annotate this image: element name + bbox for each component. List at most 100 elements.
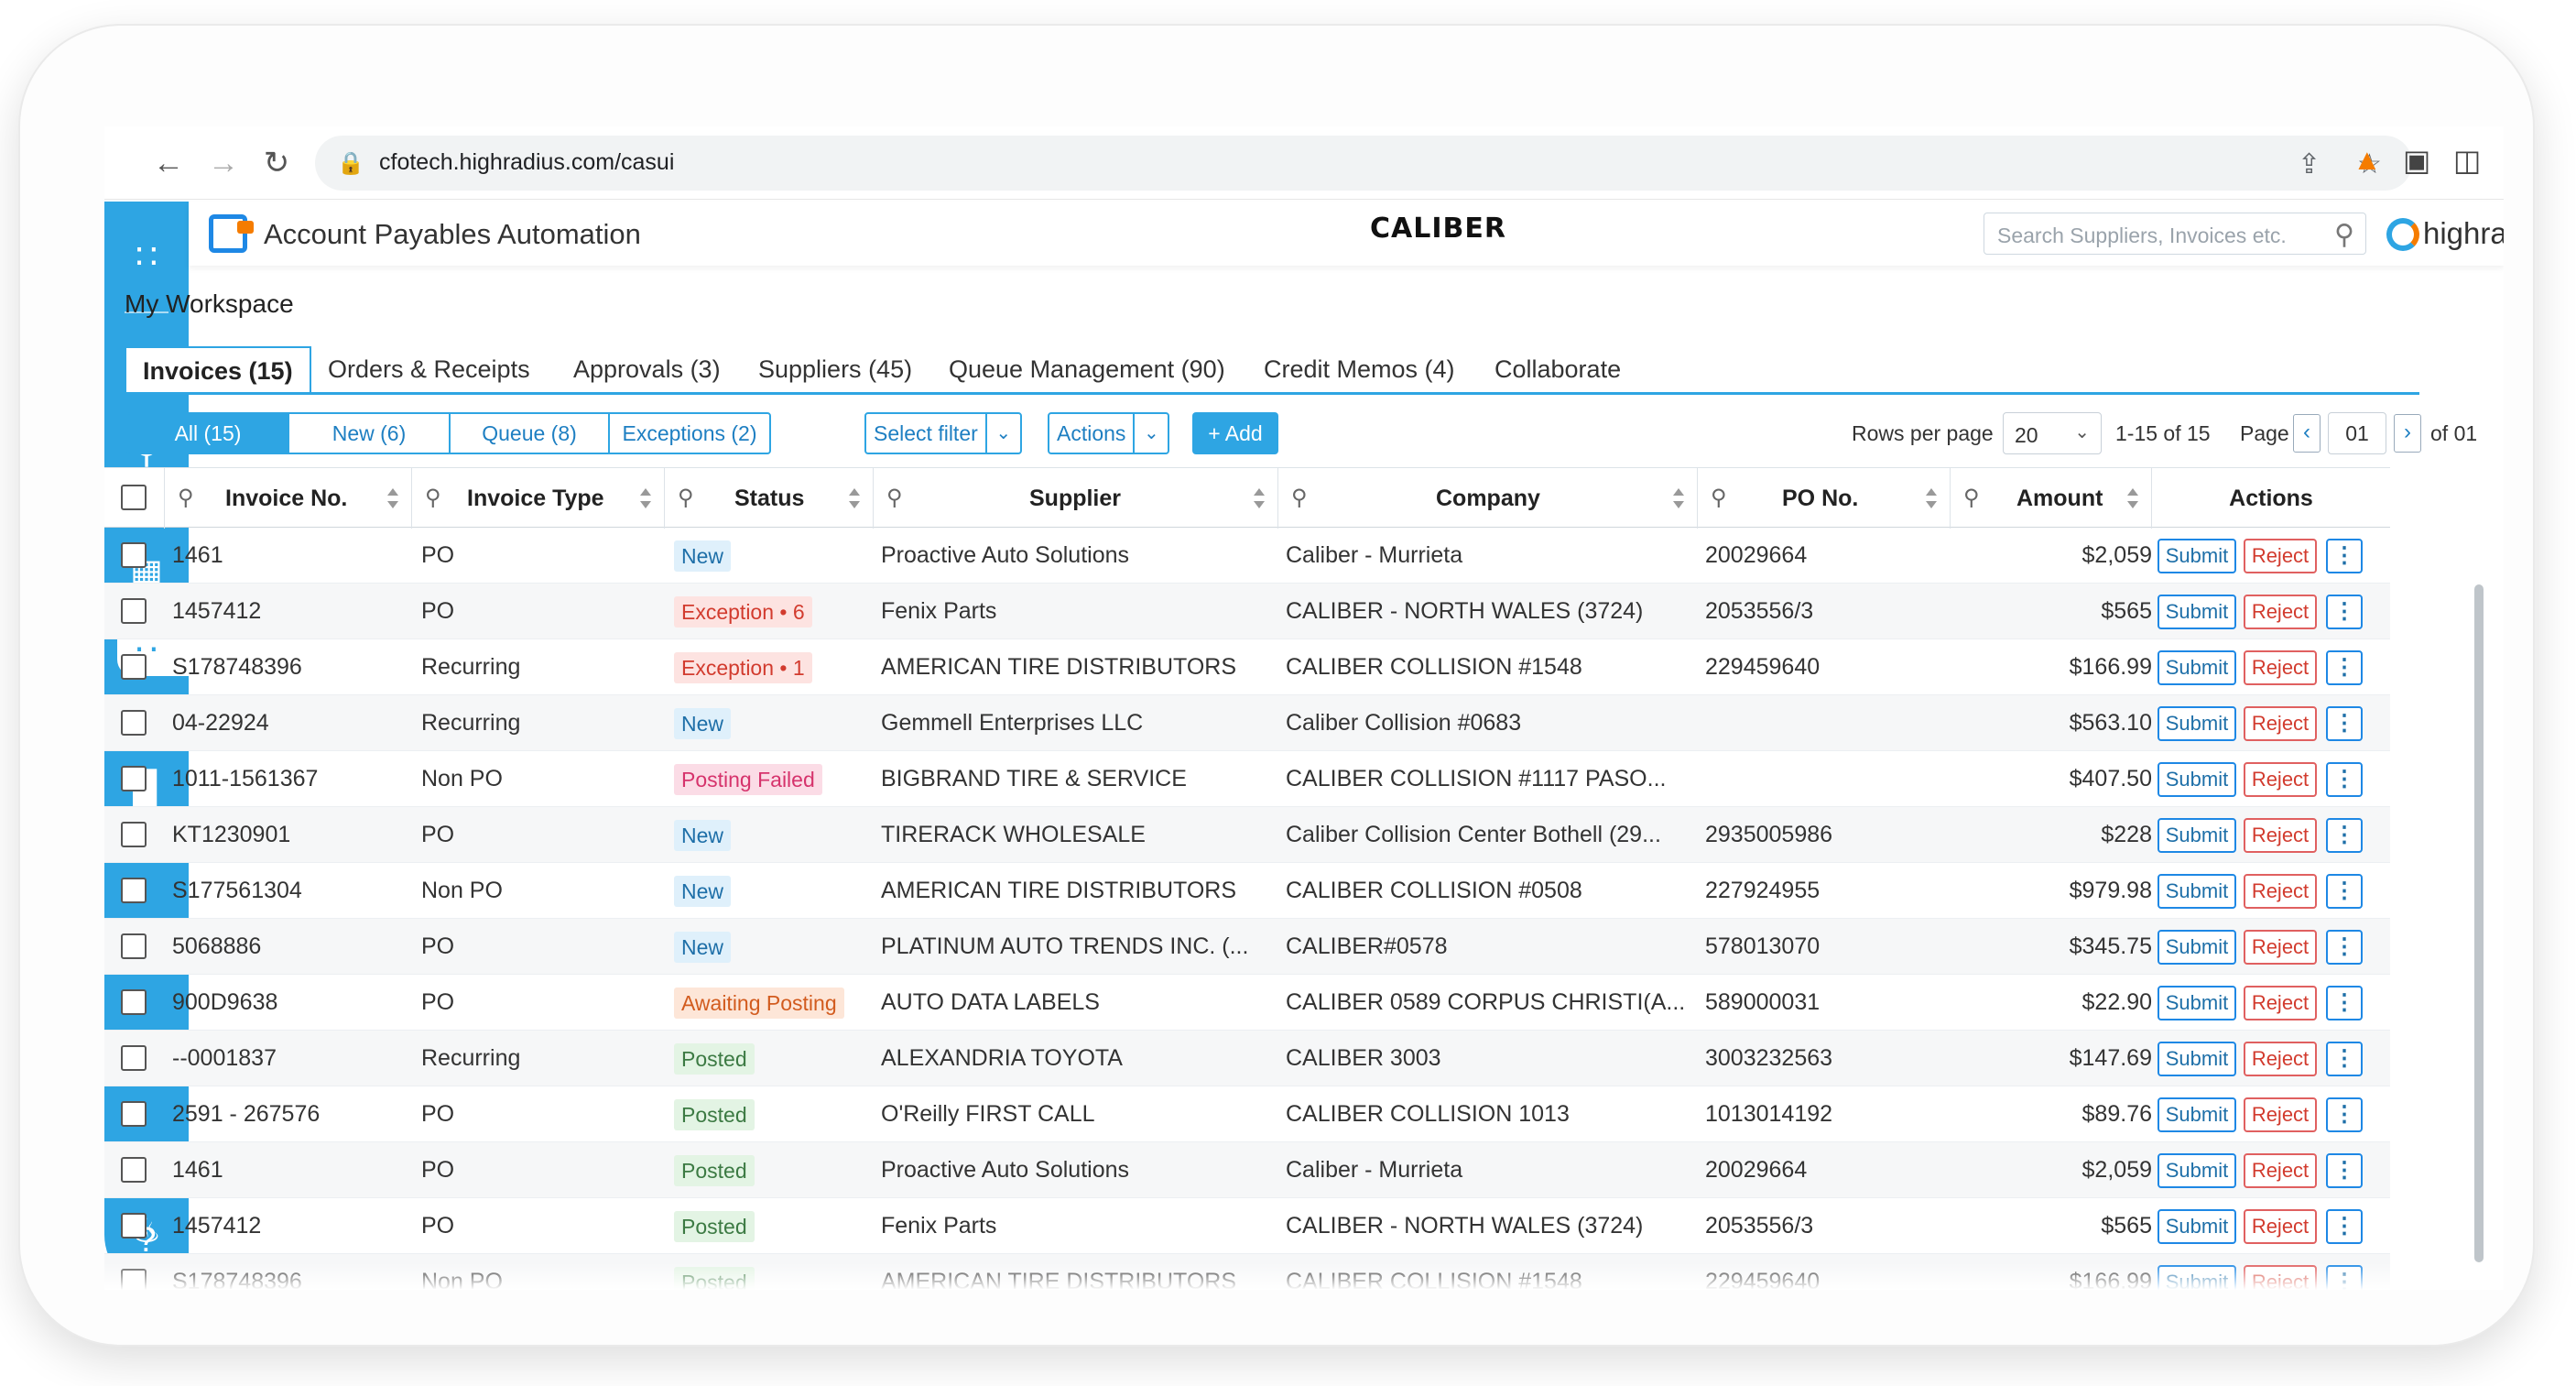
reject-button[interactable]: Reject	[2244, 874, 2317, 909]
more-options-icon[interactable]: ⋮	[2326, 818, 2363, 853]
reject-button[interactable]: Reject	[2244, 1097, 2317, 1132]
forward-icon[interactable]: →	[205, 145, 242, 181]
actions-dropdown[interactable]: Actions ⌄	[1048, 412, 1170, 454]
row-checkbox[interactable]	[121, 1101, 147, 1127]
prev-page-button[interactable]: ‹	[2293, 414, 2321, 453]
col-company[interactable]: ⚲ Company	[1278, 468, 1698, 529]
table-row[interactable]: S178748396 Recurring AMERICAN TIRE DISTRIB…	[104, 639, 2390, 695]
next-page-button[interactable]: ›	[2394, 414, 2421, 453]
search-icon[interactable]: ⚲	[2334, 219, 2354, 251]
table-row[interactable]: 2591 - 267576 PO O'Reilly FIRST CALL CALIBE…	[104, 1086, 2390, 1142]
reject-button[interactable]: Reject	[2244, 762, 2317, 797]
row-checkbox[interactable]	[121, 598, 147, 624]
row-checkbox[interactable]	[121, 878, 147, 903]
more-options-icon[interactable]: ⋮	[2326, 595, 2363, 629]
table-row[interactable]: 5068886 PO PLATINUM AUTO TRENDS INC. (... C…	[104, 919, 2390, 975]
reject-button[interactable]: Reject	[2244, 706, 2317, 741]
search-icon[interactable]: ⚲	[178, 468, 194, 529]
tab-approvals[interactable]: Approvals (3)	[573, 346, 721, 394]
more-options-icon[interactable]: ⋮	[2326, 1153, 2363, 1188]
submit-button[interactable]: Submit	[2158, 986, 2236, 1020]
more-options-icon[interactable]: ⋮	[2326, 930, 2363, 965]
share-icon[interactable]: ⇪	[2298, 148, 2321, 180]
tab-queue-management[interactable]: Queue Management (90)	[949, 346, 1225, 394]
reject-button[interactable]: Reject	[2244, 595, 2317, 629]
row-checkbox[interactable]	[121, 1157, 147, 1183]
search-icon[interactable]: ⚲	[886, 468, 903, 529]
reload-icon[interactable]: ↻	[258, 145, 295, 181]
submit-button[interactable]: Submit	[2158, 650, 2236, 685]
submit-button[interactable]: Submit	[2158, 874, 2236, 909]
row-checkbox[interactable]	[121, 766, 147, 791]
segment-new[interactable]: New (6)	[288, 414, 449, 453]
rows-per-page-select[interactable]: 20 ⌄	[2003, 412, 2102, 454]
fire-extension-icon[interactable]: ▲	[2353, 143, 2382, 177]
page-number-input[interactable]: 01	[2328, 412, 2386, 454]
submit-button[interactable]: Submit	[2158, 1209, 2236, 1244]
tab-credit-memos[interactable]: Credit Memos (4)	[1264, 346, 1455, 394]
reject-button[interactable]: Reject	[2244, 539, 2317, 573]
table-row[interactable]: 1457412 PO Fenix Parts CALIBER - NORTH WALE…	[104, 584, 2390, 639]
extensions-puzzle-icon[interactable]: ▣	[2403, 143, 2430, 178]
table-scrollbar[interactable]	[2474, 584, 2484, 1262]
sort-icon[interactable]	[387, 488, 398, 508]
sort-icon[interactable]	[1673, 488, 1684, 508]
more-options-icon[interactable]: ⋮	[2326, 1097, 2363, 1132]
address-bar[interactable]: 🔒 cfotech.highradius.com/casui ⇪ ☆	[315, 136, 2412, 191]
row-checkbox[interactable]	[121, 1213, 147, 1239]
search-icon[interactable]: ⚲	[1291, 468, 1308, 529]
table-row[interactable]: KT1230901 PO TIRERACK WHOLESALE Caliber Col…	[104, 807, 2390, 863]
more-options-icon[interactable]: ⋮	[2326, 1209, 2363, 1244]
submit-button[interactable]: Submit	[2158, 818, 2236, 853]
more-options-icon[interactable]: ⋮	[2326, 986, 2363, 1020]
submit-button[interactable]: Submit	[2158, 1042, 2236, 1076]
col-amount[interactable]: ⚲ Amount	[1951, 468, 2152, 529]
table-row[interactable]: --0001837 Recurring ALEXANDRIA TOYOTA CALIB…	[104, 1031, 2390, 1086]
col-status[interactable]: ⚲ Status	[665, 468, 874, 529]
submit-button[interactable]: Submit	[2158, 595, 2236, 629]
submit-button[interactable]: Submit	[2158, 930, 2236, 965]
tab-orders-receipts[interactable]: Orders & Receipts	[328, 346, 530, 394]
row-checkbox[interactable]	[121, 989, 147, 1015]
submit-button[interactable]: Submit	[2158, 539, 2236, 573]
sort-icon[interactable]	[1254, 488, 1265, 508]
select-all-checkbox[interactable]	[121, 485, 147, 510]
row-checkbox[interactable]	[121, 542, 147, 568]
more-options-icon[interactable]: ⋮	[2326, 539, 2363, 573]
search-icon[interactable]: ⚲	[1711, 468, 1727, 529]
col-invoice-no[interactable]: ⚲ Invoice No.	[165, 468, 412, 529]
reject-button[interactable]: Reject	[2244, 818, 2317, 853]
sort-icon[interactable]	[1926, 488, 1937, 508]
submit-button[interactable]: Submit	[2158, 1153, 2236, 1188]
table-row[interactable]: 1011-1561367 Non PO BIGBRAND TIRE & SERVIC…	[104, 751, 2390, 807]
search-icon[interactable]: ⚲	[1963, 468, 1980, 529]
col-supplier[interactable]: ⚲ Supplier	[874, 468, 1278, 529]
reject-button[interactable]: Reject	[2244, 1209, 2317, 1244]
table-row[interactable]: 1461 PO Proactive Auto Solutions Caliber - …	[104, 528, 2390, 584]
submit-button[interactable]: Submit	[2158, 706, 2236, 741]
col-invoice-type[interactable]: ⚲ Invoice Type	[412, 468, 665, 529]
row-checkbox[interactable]	[121, 710, 147, 736]
url-text[interactable]: cfotech.highradius.com/casui	[379, 149, 674, 176]
segment-exceptions[interactable]: Exceptions (2)	[608, 414, 769, 453]
sort-icon[interactable]	[2127, 488, 2138, 508]
back-icon[interactable]: ←	[150, 145, 187, 181]
segment-queue[interactable]: Queue (8)	[449, 414, 608, 453]
tab-invoices[interactable]: Invoices (15)	[125, 346, 311, 394]
row-checkbox[interactable]	[121, 933, 147, 959]
search-icon[interactable]: ⚲	[425, 468, 441, 529]
sort-icon[interactable]	[849, 488, 860, 508]
table-row[interactable]: S177561304 Non PO AMERICAN TIRE DISTRIBUTO…	[104, 863, 2390, 919]
more-options-icon[interactable]: ⋮	[2326, 762, 2363, 797]
reject-button[interactable]: Reject	[2244, 1153, 2317, 1188]
tab-collaborate[interactable]: Collaborate	[1495, 346, 1621, 394]
global-search-input[interactable]: Search Suppliers, Invoices etc. ⚲	[1984, 213, 2366, 255]
submit-button[interactable]: Submit	[2158, 762, 2236, 797]
table-row[interactable]: 04-22924 Recurring Gemmell Enterprises LLC…	[104, 695, 2390, 751]
segment-all[interactable]: All (15)	[128, 414, 288, 453]
more-options-icon[interactable]: ⋮	[2326, 874, 2363, 909]
row-checkbox[interactable]	[121, 822, 147, 847]
col-po-no[interactable]: ⚲ PO No.	[1698, 468, 1951, 529]
tab-suppliers[interactable]: Suppliers (45)	[758, 346, 912, 394]
reject-button[interactable]: Reject	[2244, 1042, 2317, 1076]
